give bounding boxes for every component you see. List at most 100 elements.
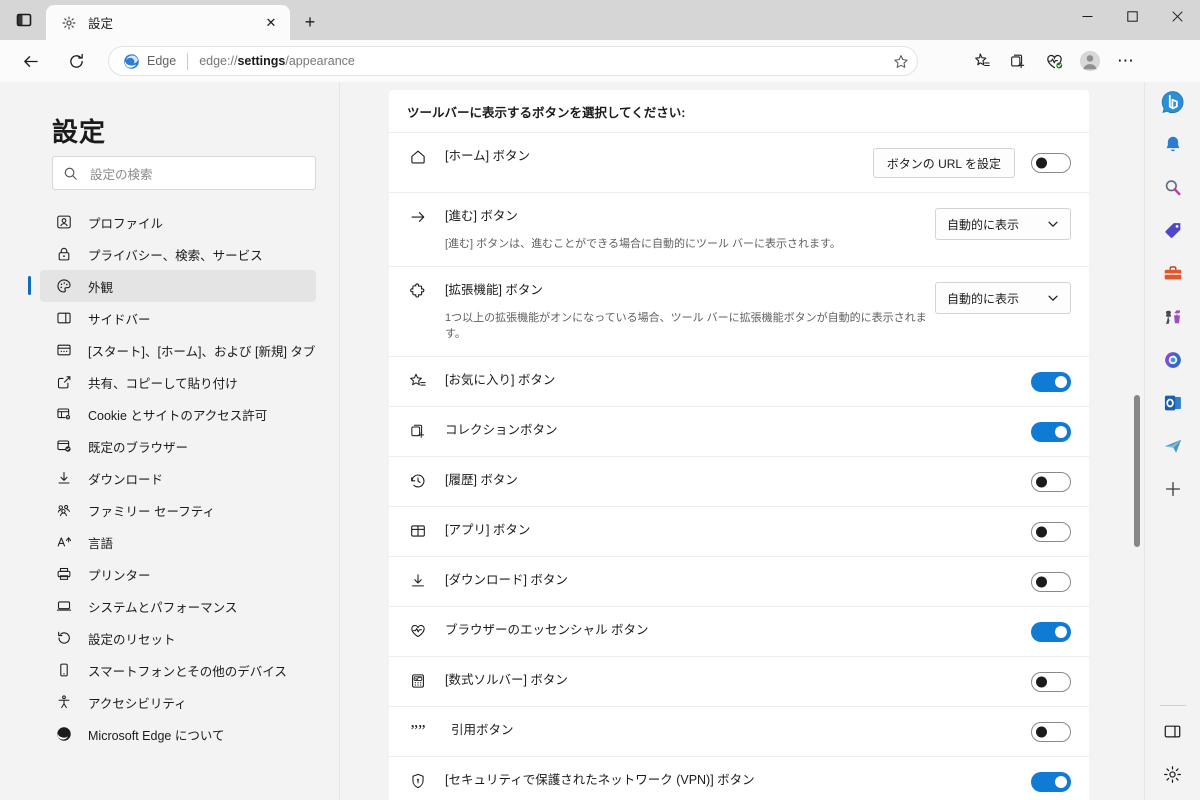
close-button[interactable] [1155,0,1200,32]
toggle-knob [1036,526,1047,538]
shopping-tag-icon[interactable] [1155,213,1191,249]
add-favorite-star-icon[interactable] [889,50,913,74]
row-controls [1031,471,1071,492]
row-label: [アプリ] ボタン [445,523,531,537]
math-solver-button-toggle[interactable] [1031,672,1071,692]
address-bar[interactable]: Edge edge://settings/appearance [108,46,918,76]
sidebar-settings-gear-icon[interactable] [1155,756,1191,792]
sidebar-item-accessibility[interactable]: アクセシビリティ [40,686,316,718]
copilot-bing-icon[interactable] [1155,84,1191,120]
sidebar-item-privacy[interactable]: プライバシー、検索、サービス [40,238,316,270]
sidebar-item-system-performance[interactable]: システムとパフォーマンス [40,590,316,622]
sidebar-item-cookies-permissions[interactable]: Cookie とサイトのアクセス許可 [40,398,316,430]
home-icon [407,147,429,166]
minimize-button[interactable] [1065,0,1110,32]
refresh-button[interactable] [60,45,92,77]
row-text: [セキュリティで保護されたネットワーク (VPN)] ボタン [445,771,1031,790]
sidebar-toggle-icon[interactable] [1155,713,1191,749]
row-text: [お気に入り] ボタン [445,371,1031,390]
tab-actions-button[interactable] [10,7,38,33]
row-controls [1031,571,1071,592]
sidebar-item-start-home-newtab[interactable]: [スタート]、[ホーム]、および [新規] タブ [40,334,316,366]
sidebar-item-downloads[interactable]: ダウンロード [40,462,316,494]
setting-row-math-solver-button: [数式ソルバー] ボタン [389,657,1089,707]
tools-briefcase-icon[interactable] [1155,256,1191,292]
tab-close-button[interactable]: ✕ [260,12,282,34]
citation-button-toggle[interactable] [1031,722,1071,742]
row-label: [履歴] ボタン [445,473,518,487]
forward-button-visibility-dropdown[interactable]: 自動的に表示 [935,208,1071,240]
reset-settings-icon [54,630,74,646]
sidebar-item-label: Cookie とサイトのアクセス許可 [88,408,268,423]
vpn-button-toggle[interactable] [1031,772,1071,792]
sidebar-item-printers[interactable]: プリンター [40,558,316,590]
downloads-button-toggle[interactable] [1031,572,1071,592]
settings-nav-list: プロファイル プライバシー、検索、サービス 外観 サイドバー [スタート]、[ホ… [0,206,339,750]
collections-button-toggle[interactable] [1031,422,1071,442]
maximize-button[interactable] [1110,0,1155,32]
math-solver-icon [407,671,429,690]
content-scrollbar[interactable] [1133,82,1141,800]
search-icon[interactable] [1155,170,1191,206]
history-clock-icon [407,471,429,490]
sidebar-item-label: 共有、コピーして貼り付け [88,376,238,391]
sidebar-item-profile[interactable]: プロファイル [40,206,316,238]
set-home-button-url-button[interactable]: ボタンの URL を設定 [872,148,1015,178]
sidebar-item-reset-settings[interactable]: 設定のリセット [40,622,316,654]
sidebar-item-label: システムとパフォーマンス [88,600,238,615]
sidebar-item-share-copy-paste[interactable]: 共有、コピーして貼り付け [40,366,316,398]
extensions-button-visibility-dropdown[interactable]: 自動的に表示 [935,282,1071,314]
dropdown-value: 自動的に表示 [947,291,1020,306]
edge-label: Edge [147,54,177,68]
browser-essentials-button-toggle[interactable] [1031,622,1071,642]
apps-button-toggle[interactable] [1031,522,1071,542]
back-button[interactable] [14,45,46,77]
games-icon[interactable] [1155,299,1191,335]
toggle-knob [1036,157,1047,169]
collections-button[interactable] [1002,45,1034,77]
sidebar-item-label: [スタート]、[ホーム]、および [新規] タブ [88,344,316,359]
row-controls: 自動的に表示 [935,281,1071,314]
scrollbar-thumb[interactable] [1134,395,1140,547]
sidebar-item-label: プライバシー、検索、サービス [88,248,263,263]
new-tab-button[interactable]: + [296,9,324,35]
palette-icon [54,278,74,294]
row-controls: 自動的に表示 [935,207,1071,240]
edge-logo-icon [124,53,139,69]
settings-search-box[interactable]: 設定の検索 [52,156,316,190]
drop-send-icon[interactable] [1155,428,1191,464]
sidebar-item-family-safety[interactable]: ファミリー セーフティ [40,494,316,526]
add-sidebar-app-icon[interactable] [1155,471,1191,507]
sidebar-item-languages[interactable]: 言語 [40,526,316,558]
row-description: 1つ以上の拡張機能がオンになっている場合、ツール バーに拡張機能ボタンが自動的に… [445,312,927,340]
toggle-knob [1055,426,1067,438]
sidebar-item-sidebar[interactable]: サイドバー [40,302,316,334]
toggle-knob [1055,776,1067,788]
title-bar: 設定 ✕ + [0,0,1200,40]
history-button-toggle[interactable] [1031,472,1071,492]
favorites-button[interactable] [966,45,998,77]
sidebar-item-appearance[interactable]: 外観 [28,270,316,302]
settings-gear-favicon [60,14,78,32]
sidebar-item-phone-devices[interactable]: スマートフォンとその他のデバイス [40,654,316,686]
profile-avatar[interactable] [1074,45,1106,77]
microsoft-365-icon[interactable] [1155,342,1191,378]
sidebar-item-about-edge[interactable]: Microsoft Edge について [40,718,316,750]
row-text: [ホーム] ボタン [445,147,873,166]
home-button-toggle[interactable] [1031,153,1071,173]
notifications-bell-icon[interactable] [1155,127,1191,163]
outlook-icon[interactable] [1155,385,1191,421]
browser-essentials-button[interactable] [1038,45,1070,77]
quote-glyph: ”” [410,721,426,740]
browser-essentials-heart-icon [1046,54,1062,68]
browser-tab-settings[interactable]: 設定 ✕ [46,5,290,40]
url-bold-segment: settings [237,54,286,68]
collections-icon [1011,54,1025,69]
toggle-knob [1055,626,1067,638]
browser-more-menu-button[interactable]: ⋯ [1110,45,1142,77]
sidebar-item-label: 外観 [88,280,114,295]
row-label: [数式ソルバー] ボタン [445,673,568,687]
row-label: [進む] ボタン [445,209,518,223]
sidebar-item-default-browser[interactable]: 既定のブラウザー [40,430,316,462]
favorites-button-toggle[interactable] [1031,372,1071,392]
